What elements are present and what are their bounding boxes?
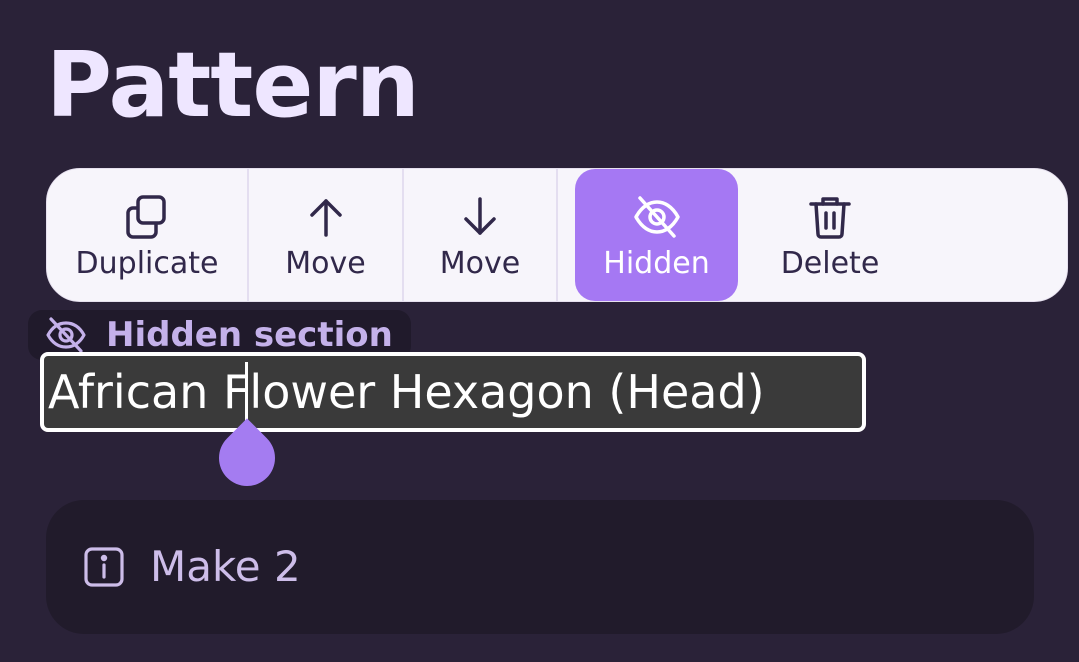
- arrow-down-icon: [464, 197, 496, 235]
- move-up-label: Move: [285, 246, 366, 281]
- note-text: Make 2: [150, 542, 301, 591]
- eye-off-icon: [46, 317, 86, 353]
- hidden-label: Hidden: [603, 246, 710, 281]
- duplicate-label: Duplicate: [75, 246, 219, 281]
- hidden-section-label: Hidden section: [106, 315, 393, 355]
- duplicate-icon: [126, 195, 166, 239]
- toolbar-divider: [556, 169, 558, 301]
- move-up-button[interactable]: Move: [249, 169, 402, 301]
- move-down-label: Move: [439, 246, 521, 281]
- section-toolbar: Duplicate Move Move Hidden Delete: [46, 168, 1068, 302]
- arrow-up-icon: [309, 199, 342, 237]
- note-card: Make 2: [46, 500, 1034, 634]
- section-title-input[interactable]: [40, 352, 866, 432]
- info-icon: [84, 547, 124, 587]
- move-down-button[interactable]: Move: [404, 169, 556, 301]
- eye-off-icon: [633, 196, 680, 238]
- hidden-toggle-button[interactable]: Hidden: [575, 169, 738, 301]
- delete-label: Delete: [780, 246, 880, 281]
- delete-button[interactable]: Delete: [738, 169, 922, 301]
- trash-icon: [809, 197, 851, 239]
- text-cursor: [245, 362, 248, 422]
- duplicate-button[interactable]: Duplicate: [47, 169, 247, 301]
- page-title: Pattern: [46, 33, 420, 138]
